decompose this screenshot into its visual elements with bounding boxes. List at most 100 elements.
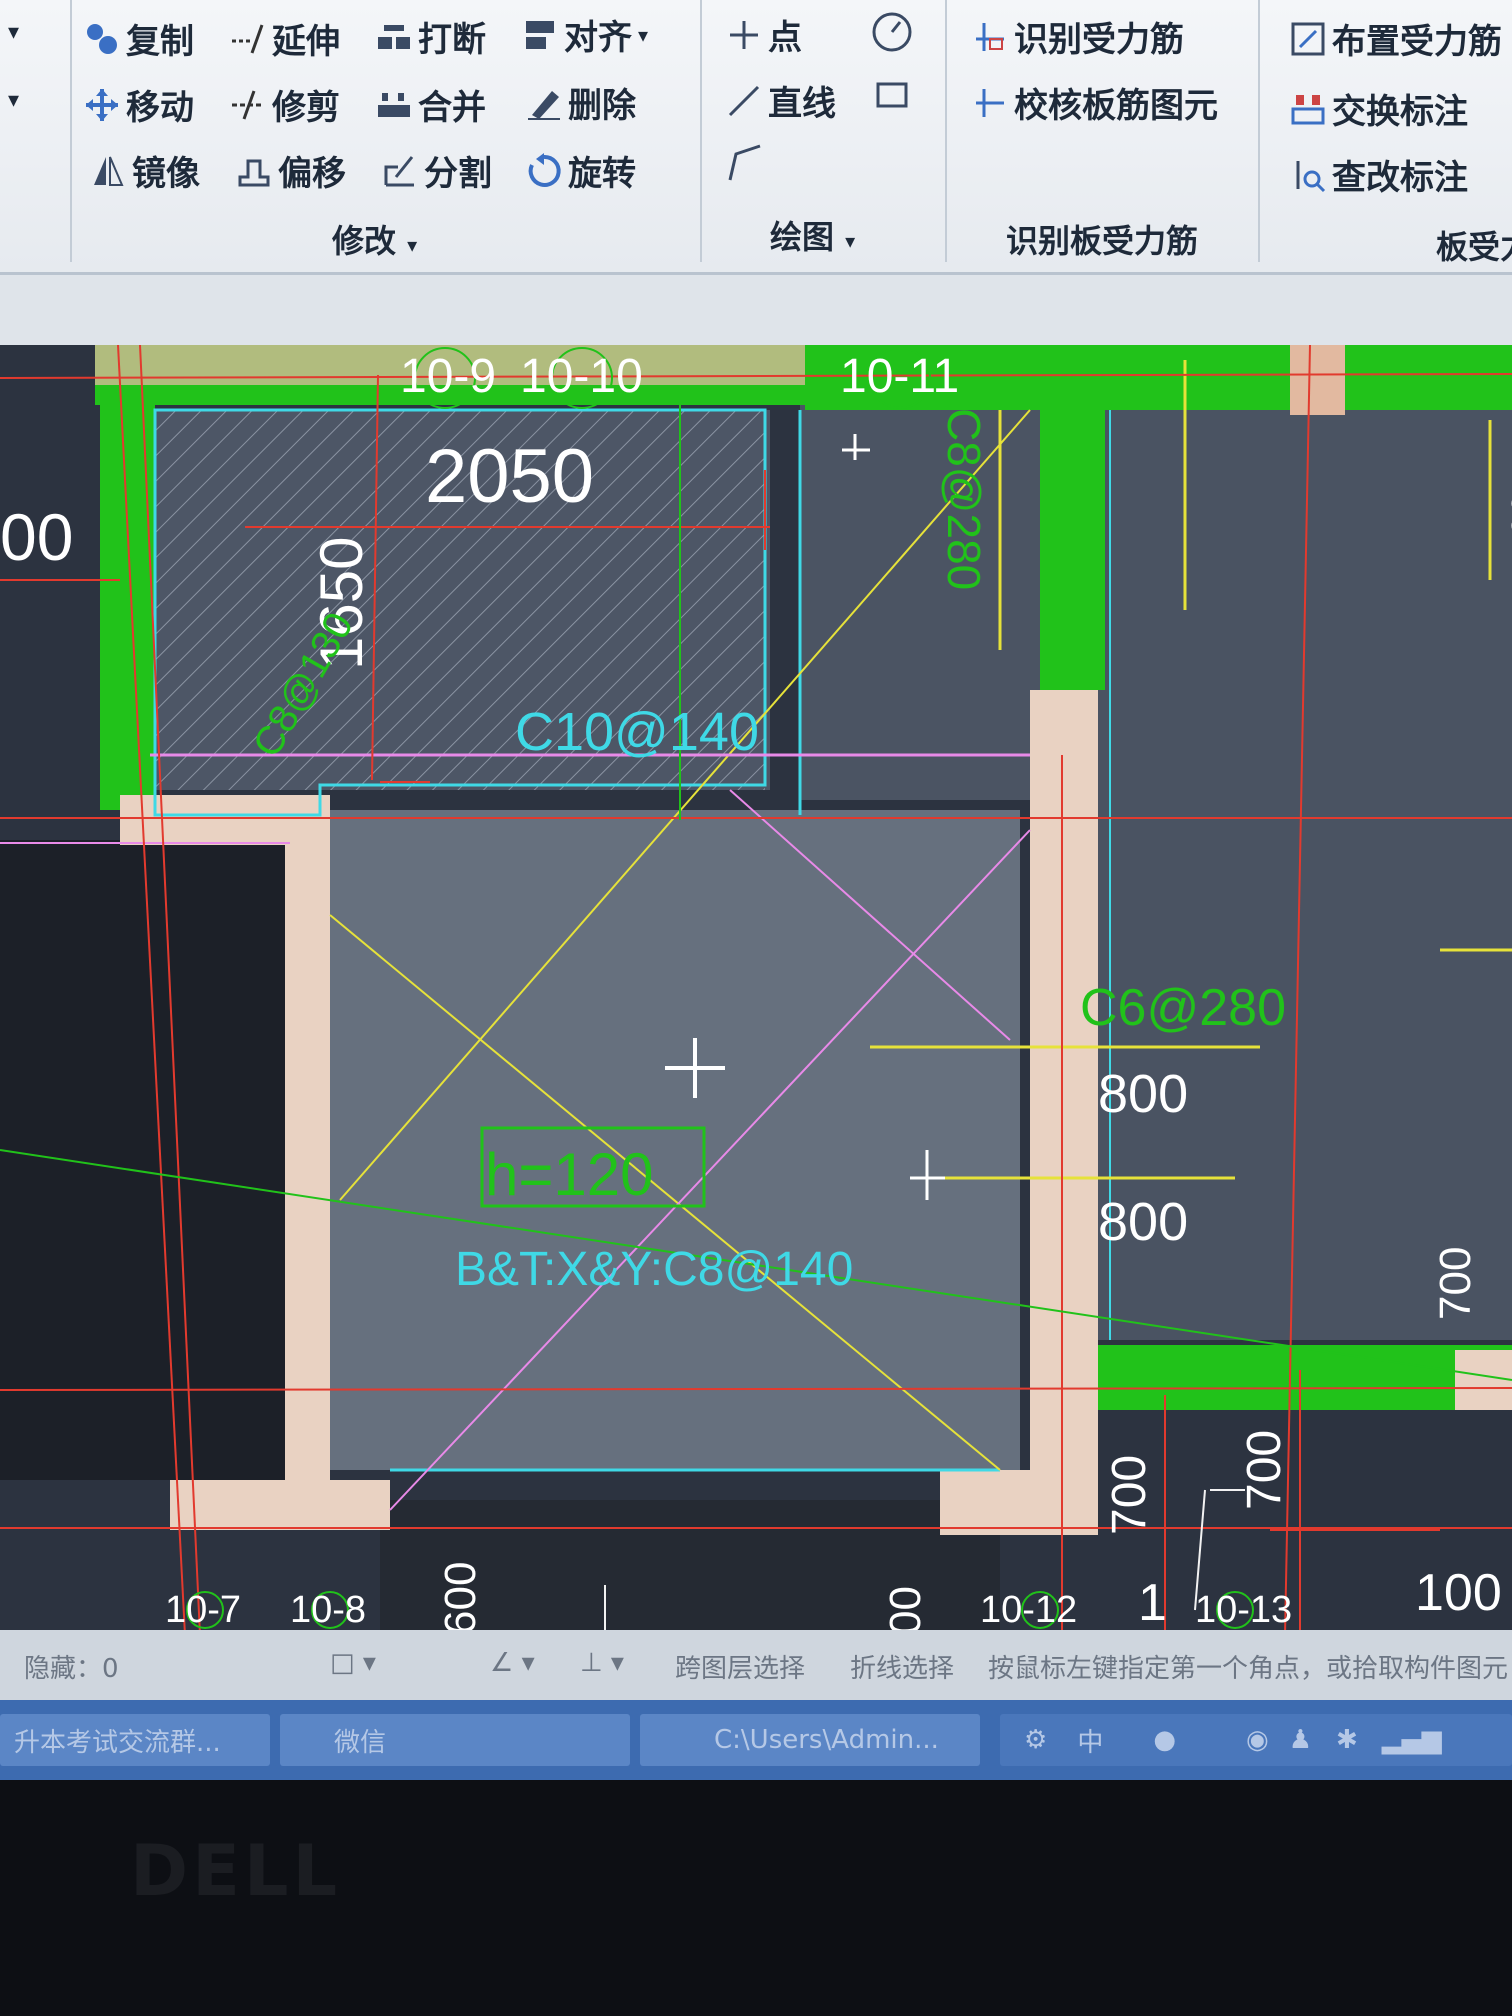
place-group-label: 板受力 — [1436, 222, 1512, 268]
break-button[interactable]: 打断 — [376, 12, 486, 61]
slab-panel-main — [300, 810, 1020, 1470]
arc-tool-button[interactable] — [870, 10, 914, 54]
dim-700-a: 700 — [1103, 1455, 1156, 1535]
beam-mid — [1040, 360, 1105, 690]
axis-label-10-12: 10-12 — [980, 1589, 1077, 1631]
polyline-select[interactable]: 折线选择 — [850, 1648, 954, 1685]
axis-label-10-11: 10-11 — [840, 350, 959, 403]
offset-button[interactable]: 偏移 — [236, 146, 346, 195]
cross-layer-select[interactable]: 跨图层选择 — [675, 1648, 805, 1685]
swap-label-icon — [1290, 91, 1326, 127]
line-icon — [726, 83, 762, 119]
line-label: 直线 — [768, 84, 836, 124]
break-icon — [376, 19, 412, 55]
cad-drawing[interactable]: 10-9 10-10 10-11 10-7 10-8 10-12 10-13 2… — [0, 345, 1512, 1635]
partial-dropdown-2[interactable]: ▾ — [8, 88, 19, 113]
modify-group-text: 修改 — [332, 222, 397, 260]
swap-label-button[interactable]: 交换标注 — [1290, 84, 1468, 133]
rebar-label-c10: C10@140 — [515, 702, 759, 762]
modify-group-label[interactable]: 修改 ▾ — [332, 216, 417, 262]
copy-button[interactable]: 复制 — [84, 14, 194, 63]
tray-icon[interactable]: ◉ — [1246, 1725, 1269, 1755]
column-bottom-right — [1455, 1350, 1512, 1410]
edit-label-button[interactable]: 查改标注 — [1290, 150, 1468, 199]
mirror-button[interactable]: 镜像 — [90, 146, 200, 195]
dim-1: 1 — [1138, 1574, 1167, 1632]
dim-100: 100 — [1415, 1564, 1502, 1622]
taskbar-item-label: C:\Users\Admin... — [714, 1725, 939, 1755]
point-icon — [726, 17, 762, 53]
taskbar-item-explorer[interactable]: C:\Users\Admin... — [640, 1714, 980, 1766]
rotate-icon — [526, 152, 562, 189]
check-rebar-icon — [972, 85, 1008, 121]
delete-button[interactable]: 删除 — [526, 78, 636, 127]
separator — [700, 0, 702, 262]
bluetooth-icon[interactable]: ✱ — [1336, 1725, 1358, 1755]
dim-700-b: 700 — [1238, 1430, 1291, 1510]
mirror-icon — [90, 153, 126, 189]
ime-icon[interactable]: ⚙ — [1024, 1725, 1047, 1755]
dim-partial-bottom: 00 — [881, 1586, 930, 1635]
split-icon — [382, 153, 418, 189]
extend-label: 延伸 — [272, 22, 340, 62]
line-button[interactable]: 直线 — [726, 76, 836, 125]
ribbon-toolbar: ▾ ▾ 复制 延伸 打断 对齐 ▾ 移动 修剪 合并 删除 镜像 偏移 分割 旋… — [0, 0, 1512, 275]
trim-icon — [230, 87, 266, 123]
axis-label-10-8: 10-8 — [290, 1589, 366, 1631]
slab-rebar-label: B&T:X&Y:C8@140 — [455, 1243, 853, 1296]
cad-canvas[interactable]: 10-9 10-10 10-11 10-7 10-8 10-12 10-13 2… — [0, 345, 1512, 1635]
hidden-count: 隐藏：0 — [24, 1654, 119, 1684]
taskbar-item-group[interactable]: 升本考试交流群... — [0, 1714, 270, 1766]
draw-group-label[interactable]: 绘图 ▾ — [770, 212, 855, 258]
column-top-right — [1290, 345, 1345, 415]
offset-label: 偏移 — [278, 154, 346, 194]
align-button[interactable]: 对齐 ▾ — [522, 10, 648, 59]
qq-icon[interactable]: ♟ — [1289, 1725, 1312, 1755]
move-button[interactable]: 移动 — [84, 80, 194, 129]
align-dropdown-icon: ▾ — [638, 22, 649, 47]
separator — [70, 0, 72, 262]
axis-label-10-9: 10-9 — [400, 350, 496, 403]
check-rebar-button[interactable]: 校核板筋图元 — [972, 78, 1218, 127]
point-button[interactable]: 点 — [726, 10, 802, 59]
brand-text: DELL — [130, 1830, 342, 1912]
offset-icon — [236, 153, 272, 189]
modify-dropdown-icon: ▾ — [407, 233, 418, 257]
screen: ▾ ▾ 复制 延伸 打断 对齐 ▾ 移动 修剪 合并 删除 镜像 偏移 分割 旋… — [0, 0, 1512, 1780]
merge-button[interactable]: 合并 — [376, 80, 486, 129]
split-button[interactable]: 分割 — [382, 146, 492, 195]
slab-thickness-label: h=120 — [485, 1141, 654, 1208]
place-group-text: 板受力 — [1436, 228, 1512, 266]
taskbar-item-wechat[interactable]: 微信 — [280, 1714, 630, 1766]
place-rebar-button[interactable]: 布置受力筋 — [1290, 14, 1502, 63]
extend-button[interactable]: 延伸 — [230, 14, 340, 63]
rotate-button[interactable]: 旋转 — [526, 146, 636, 195]
selection-box-icon[interactable]: □ ▾ — [330, 1648, 376, 1678]
snap-tool-icon[interactable]: ⊥ ▾ — [580, 1648, 624, 1678]
align-label: 对齐 — [564, 18, 632, 58]
separator — [945, 0, 947, 262]
partial-dropdown-1[interactable]: ▾ — [8, 20, 19, 45]
rect-tool-button[interactable] — [874, 76, 910, 112]
identify-rebar-button[interactable]: 识别受力筋 — [972, 12, 1184, 61]
dim-800-upper: 800 — [1098, 1064, 1188, 1124]
dim-partial-left: 00 — [0, 500, 73, 574]
polyline-tool-button[interactable] — [726, 140, 770, 184]
draw-dropdown-icon: ▾ — [845, 229, 856, 253]
move-icon — [84, 87, 120, 123]
identify-group-label: 识别板受力筋 — [1006, 216, 1198, 262]
rotate-label: 旋转 — [568, 154, 636, 194]
monitor-brand-logo: DELL — [130, 1830, 341, 1912]
axis-label-10-7: 10-7 — [165, 1589, 241, 1631]
ime-language[interactable]: 中 — [1077, 1722, 1103, 1759]
identify-rebar-label: 识别受力筋 — [1014, 20, 1184, 60]
command-prompt: 按鼠标左键指定第一个角点，或拾取构件图元 — [988, 1654, 1509, 1684]
angle-tool-icon[interactable]: ∠ ▾ — [490, 1648, 535, 1678]
wechat-tray-icon[interactable]: ● — [1153, 1725, 1176, 1755]
signal-icon[interactable]: ▂▄▆ — [1382, 1725, 1442, 1755]
identify-rebar-icon — [972, 19, 1008, 55]
point-label: 点 — [768, 18, 802, 58]
trim-button[interactable]: 修剪 — [230, 80, 340, 129]
rectangle-icon — [874, 76, 910, 112]
dim-700-c: 700 — [1431, 1247, 1480, 1320]
